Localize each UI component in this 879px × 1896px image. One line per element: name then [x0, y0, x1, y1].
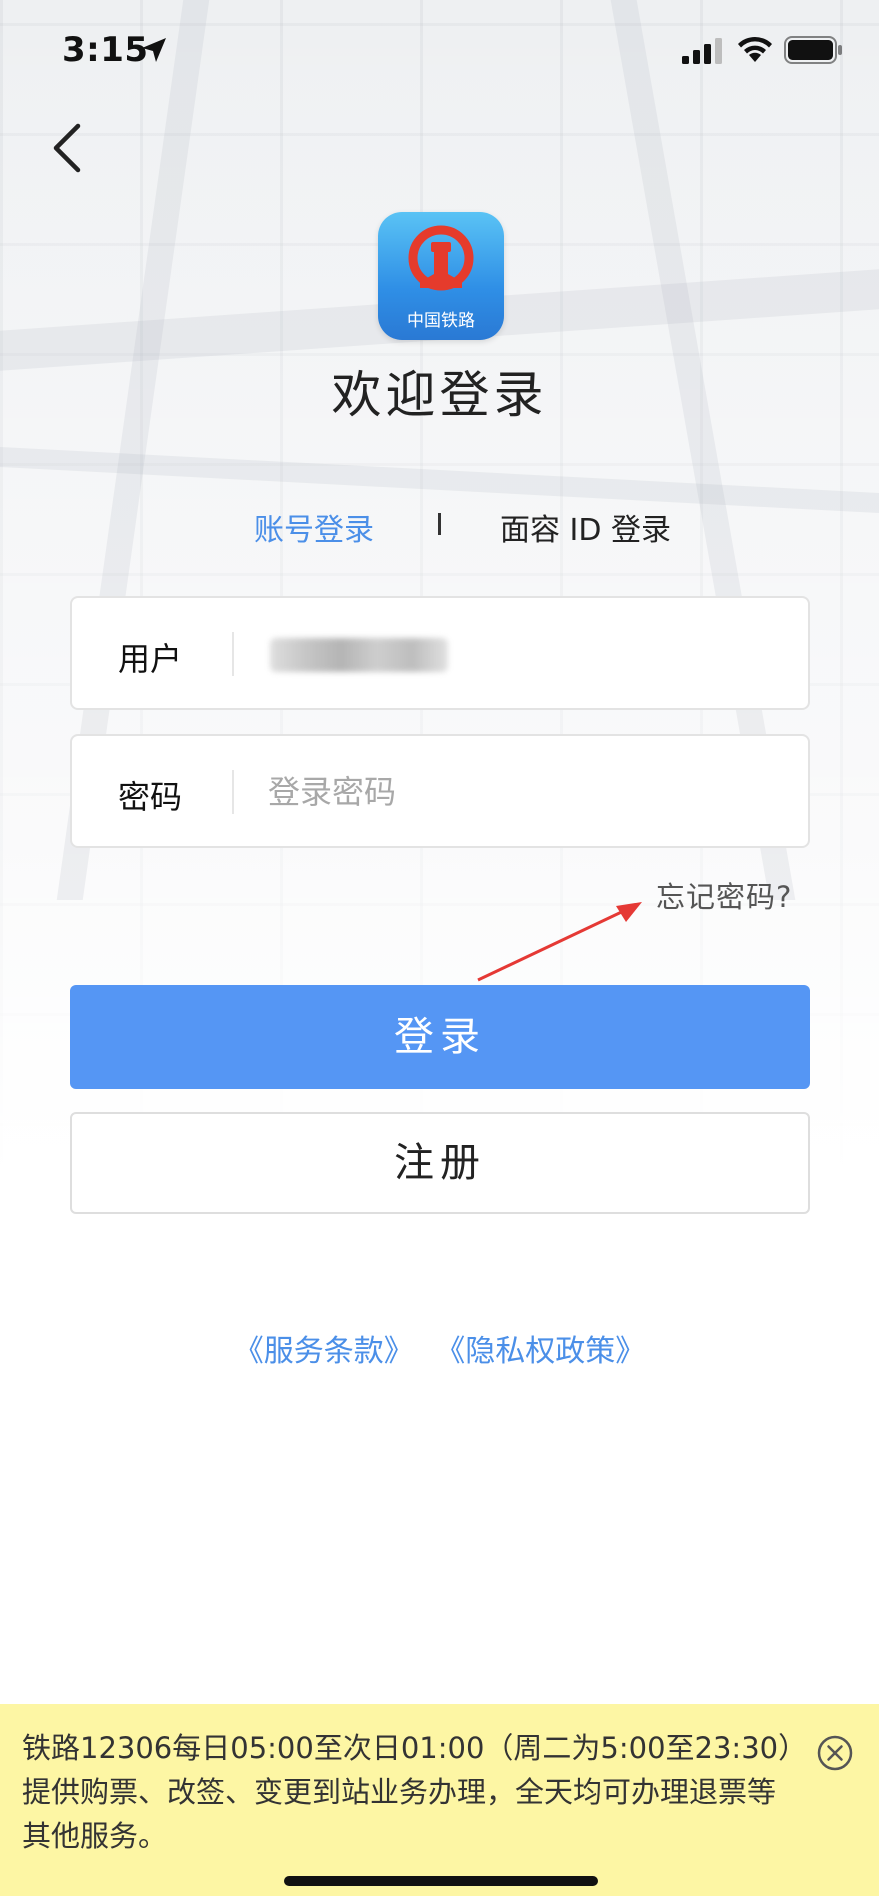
- tab-face-id-login[interactable]: 面容 ID 登录: [500, 505, 671, 549]
- battery-icon: [784, 36, 842, 64]
- wifi-icon: [738, 36, 772, 62]
- tab-account-login[interactable]: 账号登录: [254, 505, 374, 549]
- home-indicator[interactable]: [284, 1876, 598, 1886]
- register-button[interactable]: 注册: [70, 1112, 810, 1214]
- password-field[interactable]: 密码: [70, 734, 810, 848]
- password-label: 密码: [118, 778, 183, 816]
- privacy-policy-link[interactable]: 《隐私权政策》: [435, 1334, 645, 1369]
- legal-links: 《服务条款》 《隐私权政策》: [0, 1326, 879, 1370]
- field-divider: [232, 632, 234, 676]
- cellular-signal-icon: [682, 38, 722, 64]
- terms-of-service-link[interactable]: 《服务条款》: [234, 1334, 414, 1369]
- password-input[interactable]: [268, 760, 768, 824]
- notice-text: 铁路12306每日05:00至次日01:00（周二为5:00至23:30）提供购…: [22, 1731, 793, 1853]
- service-hours-notice: 铁路12306每日05:00至次日01:00（周二为5:00至23:30）提供购…: [0, 1704, 879, 1896]
- logo-text: 中国铁路: [407, 311, 475, 331]
- status-bar: 3:15: [0, 0, 879, 100]
- username-value-blurred[interactable]: [270, 638, 448, 672]
- close-circle-icon[interactable]: [816, 1734, 854, 1772]
- field-divider: [232, 770, 234, 814]
- annotation-arrow-icon: [477, 902, 642, 982]
- status-time: 3:15: [62, 30, 149, 70]
- login-button[interactable]: 登录: [70, 985, 810, 1089]
- login-tabs: 账号登录 面容 ID 登录: [0, 505, 879, 548]
- location-arrow-icon: [142, 38, 166, 62]
- username-field[interactable]: 用户: [70, 596, 810, 710]
- username-label: 用户: [118, 640, 183, 678]
- forgot-password-link[interactable]: 忘记密码?: [656, 874, 792, 916]
- china-railway-logo: 中国铁路: [378, 212, 504, 340]
- page-title: 欢迎登录: [331, 366, 548, 424]
- tab-divider: [438, 513, 441, 535]
- chevron-left-icon[interactable]: [44, 118, 92, 178]
